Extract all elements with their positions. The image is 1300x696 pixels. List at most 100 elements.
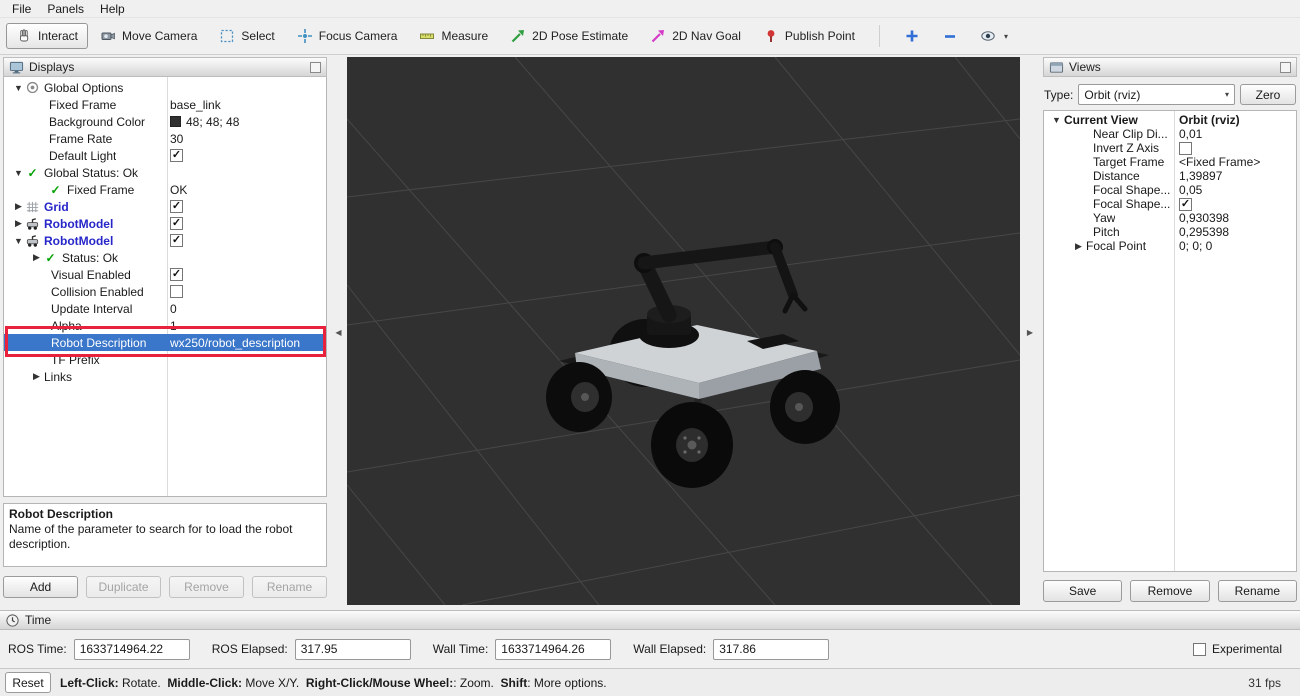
reset-button[interactable]: Reset xyxy=(5,672,51,693)
zero-button[interactable]: Zero xyxy=(1240,84,1296,105)
tool-measure[interactable]: Measure xyxy=(409,23,498,49)
property-label: TF Prefix xyxy=(51,353,100,367)
toolbar-minus-icon-button[interactable] xyxy=(932,23,968,49)
property-value-cell: ✓ xyxy=(170,198,324,215)
time-field-input[interactable]: 317.95 xyxy=(295,639,411,660)
remove-button[interactable]: Remove xyxy=(169,576,244,598)
tool-select[interactable]: Select xyxy=(209,23,284,49)
tree-row-near-clip-di[interactable]: Near Clip Di...0,01 xyxy=(1044,127,1296,141)
expander-right-icon[interactable]: ▶ xyxy=(1072,241,1085,252)
tree-row-robotmodel[interactable]: ▼RobotModel✓ xyxy=(4,232,326,249)
tree-row-update-interval[interactable]: Update Interval0 xyxy=(4,300,326,317)
tool-2d-nav-goal[interactable]: 2D Nav Goal xyxy=(640,23,751,49)
property-help-box: Robot Description Name of the parameter … xyxy=(3,503,327,567)
checkbox[interactable]: ✓ xyxy=(170,200,183,213)
time-panel-header[interactable]: Time xyxy=(0,610,1300,630)
tree-row-default-light[interactable]: Default Light✓ xyxy=(4,147,326,164)
checkbox[interactable] xyxy=(170,285,183,298)
expander-right-icon[interactable]: ▶ xyxy=(30,371,43,382)
tree-row-target-frame[interactable]: Target Frame<Fixed Frame> xyxy=(1044,155,1296,169)
tree-row-yaw[interactable]: Yaw0,930398 xyxy=(1044,211,1296,225)
toolbar-camera-eye-icon-button[interactable]: ▾ xyxy=(970,23,1018,49)
displays-float-button[interactable] xyxy=(310,62,321,73)
time-field-input[interactable]: 1633714964.26 xyxy=(495,639,611,660)
tool-interact[interactable]: Interact xyxy=(6,23,88,49)
expander-down-icon[interactable]: ▼ xyxy=(12,168,25,178)
time-field-input[interactable]: 317.86 xyxy=(713,639,829,660)
duplicate-button[interactable]: Duplicate xyxy=(86,576,161,598)
type-label: Type: xyxy=(1044,88,1073,102)
tree-row-current-view[interactable]: ▼Current ViewOrbit (rviz) xyxy=(1044,113,1296,127)
tree-row-status-ok[interactable]: ▶✓Status: Ok xyxy=(4,249,326,266)
expander-right-icon[interactable]: ▶ xyxy=(12,201,25,212)
wheel-front-left xyxy=(546,362,612,432)
tree-row-focal-point[interactable]: ▶Focal Point0; 0; 0 xyxy=(1044,239,1296,253)
tree-row-fixed-frame[interactable]: ✓Fixed FrameOK xyxy=(4,181,326,198)
checkbox[interactable]: ✓ xyxy=(1179,198,1192,211)
move-camera-icon xyxy=(100,28,116,44)
property-cell: Yaw xyxy=(1044,211,1115,225)
tree-row-alpha[interactable]: Alpha1 xyxy=(4,317,326,334)
save-button[interactable]: Save xyxy=(1043,580,1122,602)
property-value: Orbit (rviz) xyxy=(1179,113,1240,127)
expander-down-icon[interactable]: ▼ xyxy=(1050,115,1063,125)
checkbox[interactable] xyxy=(1179,142,1192,155)
tool-publish-point[interactable]: Publish Point xyxy=(753,23,865,49)
checkbox[interactable]: ✓ xyxy=(170,149,183,162)
menu-panels[interactable]: Panels xyxy=(39,1,92,17)
tree-row-collision-enabled[interactable]: Collision Enabled xyxy=(4,283,326,300)
menu-help[interactable]: Help xyxy=(92,1,133,17)
tree-row-pitch[interactable]: Pitch0,295398 xyxy=(1044,225,1296,239)
rviz-window: FilePanelsHelp InteractMove CameraSelect… xyxy=(0,0,1300,696)
rename-button[interactable]: Rename xyxy=(1218,580,1297,602)
experimental-checkbox[interactable] xyxy=(1193,643,1206,656)
tree-row-robotmodel[interactable]: ▶RobotModel✓ xyxy=(4,215,326,232)
expander-right-icon[interactable]: ▶ xyxy=(30,252,43,263)
displays-panel-header[interactable]: Displays xyxy=(3,57,327,77)
property-cell: ▶Links xyxy=(4,368,72,385)
tree-row-visual-enabled[interactable]: Visual Enabled✓ xyxy=(4,266,326,283)
tree-row-invert-z-axis[interactable]: Invert Z Axis xyxy=(1044,141,1296,155)
help-text: Name of the parameter to search for to l… xyxy=(9,522,321,552)
displays-panel-title: Displays xyxy=(29,60,305,74)
checkbox[interactable]: ✓ xyxy=(170,217,183,230)
remove-button[interactable]: Remove xyxy=(1130,580,1209,602)
property-value-cell: Orbit (rviz) xyxy=(1179,113,1294,127)
splitter-left[interactable]: ◀ xyxy=(330,55,347,610)
tree-row-focal-shape[interactable]: Focal Shape...0,05 xyxy=(1044,183,1296,197)
time-field-input[interactable]: 1633714964.22 xyxy=(74,639,190,660)
expander-down-icon[interactable]: ▼ xyxy=(12,83,25,93)
tree-row-global-status-ok[interactable]: ▼✓Global Status: Ok xyxy=(4,164,326,181)
add-button[interactable]: Add xyxy=(3,576,78,598)
view-type-select[interactable]: Orbit (rviz) ▾ xyxy=(1078,84,1235,105)
tree-row-focal-shape[interactable]: Focal Shape...✓ xyxy=(1044,197,1296,211)
tree-row-fixed-frame[interactable]: Fixed Framebase_link xyxy=(4,96,326,113)
views-panel-header[interactable]: Views xyxy=(1043,57,1297,77)
tool-move-camera[interactable]: Move Camera xyxy=(90,23,207,49)
tree-row-background-color[interactable]: Background Color48; 48; 48 xyxy=(4,113,326,130)
tool-2d-pose-estimate[interactable]: 2D Pose Estimate xyxy=(500,23,638,49)
toolbar-plus-icon-button[interactable] xyxy=(894,23,930,49)
displays-panel: Displays ▼ Global OptionsFixed Framebase_… xyxy=(0,55,330,610)
render-viewport[interactable] xyxy=(347,57,1020,605)
rename-button[interactable]: Rename xyxy=(252,576,327,598)
menu-file[interactable]: File xyxy=(4,1,39,17)
property-cell: ✓Fixed Frame xyxy=(4,181,134,198)
tree-row-frame-rate[interactable]: Frame Rate30 xyxy=(4,130,326,147)
property-value-cell: 0,295398 xyxy=(1179,225,1294,239)
expander-down-icon[interactable]: ▼ xyxy=(12,236,25,246)
property-value: 1,39897 xyxy=(1179,169,1222,183)
tree-row-tf-prefix[interactable]: TF Prefix xyxy=(4,351,326,368)
property-label: Global Options xyxy=(44,81,123,95)
tree-row-distance[interactable]: Distance1,39897 xyxy=(1044,169,1296,183)
tree-row-grid[interactable]: ▶Grid✓ xyxy=(4,198,326,215)
tool-focus-camera[interactable]: Focus Camera xyxy=(287,23,408,49)
tree-row-global-options[interactable]: ▼ Global Options xyxy=(4,79,326,96)
splitter-right[interactable]: ▶ xyxy=(1020,55,1040,610)
checkbox[interactable]: ✓ xyxy=(170,268,183,281)
tree-row-links[interactable]: ▶Links xyxy=(4,368,326,385)
checkbox[interactable]: ✓ xyxy=(170,234,183,247)
expander-right-icon[interactable]: ▶ xyxy=(12,218,25,229)
views-float-button[interactable] xyxy=(1280,62,1291,73)
tree-row-robot-description[interactable]: Robot Descriptionwx250/robot_description xyxy=(4,334,326,351)
